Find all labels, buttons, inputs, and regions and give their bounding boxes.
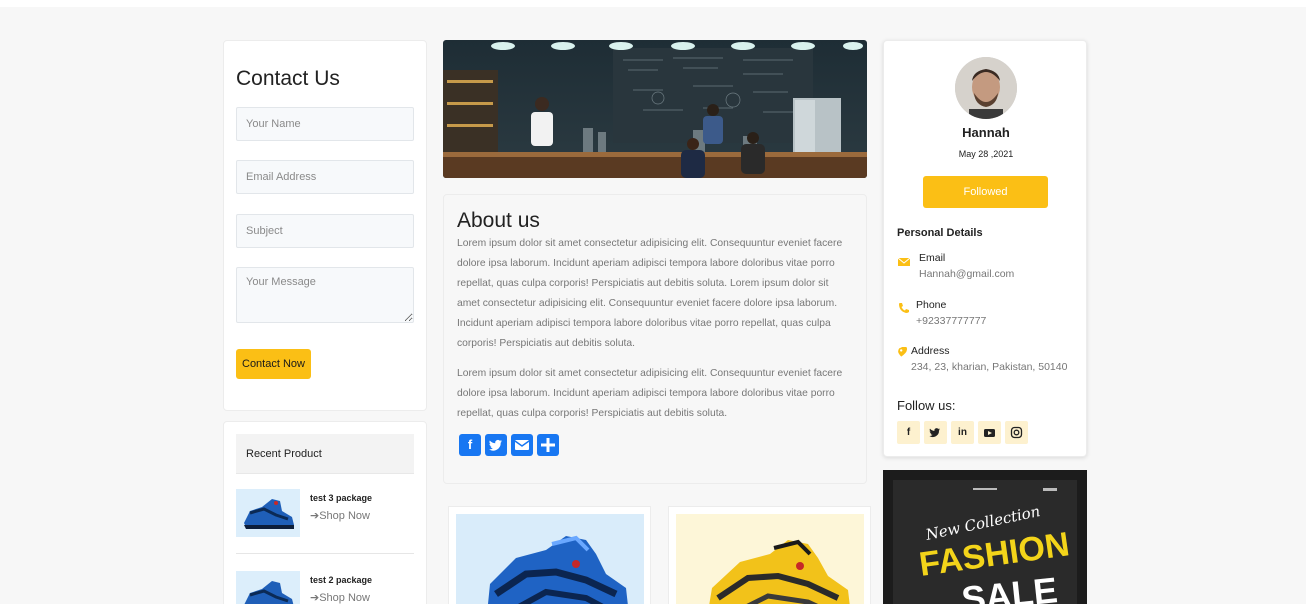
product-card[interactable] — [448, 506, 651, 604]
share-buttons: f — [459, 434, 559, 456]
follow-us-title: Follow us: — [897, 398, 956, 413]
contact-now-button[interactable]: Contact Now — [236, 349, 311, 379]
product-image[interactable] — [456, 514, 644, 604]
profile-name: Hannah — [962, 125, 1010, 140]
address-label: Address — [911, 345, 950, 357]
message-textarea[interactable] — [236, 267, 414, 323]
list-item[interactable]: test 3 package ➔Shop Now — [236, 489, 414, 539]
fashion-sale-ad[interactable]: New Collection FASHION SALE — [883, 470, 1087, 604]
shop-now-link[interactable]: ➔Shop Now — [310, 591, 370, 604]
arrow-right-icon: ➔ — [310, 592, 320, 604]
followed-button[interactable]: Followed — [923, 176, 1048, 208]
subject-input[interactable] — [236, 214, 414, 248]
share-icon[interactable] — [537, 434, 559, 456]
contact-title: Contact Us — [236, 67, 340, 90]
linkedin-icon[interactable]: in — [951, 421, 974, 444]
product-name[interactable]: test 2 package — [310, 575, 372, 585]
about-card: About us Lorem ipsum dolor sit amet cons… — [443, 194, 867, 484]
hero-cafe-image — [443, 40, 867, 178]
divider — [236, 553, 414, 554]
phone-value[interactable]: +92337777777 — [916, 315, 986, 327]
contact-card: Contact Us Contact Now — [223, 40, 427, 411]
map-pin-icon — [897, 345, 911, 361]
profile-card: Hannah May 28 ,2021 Followed Personal De… — [883, 40, 1087, 457]
twitter-icon[interactable] — [485, 434, 507, 456]
top-bar — [0, 0, 1306, 7]
email-icon[interactable] — [511, 434, 533, 456]
product-name[interactable]: test 3 package — [310, 493, 372, 503]
name-input[interactable] — [236, 107, 414, 141]
shop-now-link[interactable]: ➔Shop Now — [310, 509, 370, 522]
facebook-icon[interactable]: f — [897, 421, 920, 444]
email-input[interactable] — [236, 160, 414, 194]
envelope-icon — [897, 254, 911, 268]
recent-products-title: Recent Product — [236, 434, 414, 474]
twitter-icon[interactable] — [924, 421, 947, 444]
social-links: f in — [897, 421, 1028, 444]
list-item[interactable]: test 2 package ➔Shop Now — [236, 571, 414, 604]
profile-date: May 28 ,2021 — [958, 149, 1014, 159]
email-label: Email — [919, 252, 946, 264]
avatar[interactable] — [955, 57, 1017, 119]
product-thumbnail[interactable] — [236, 571, 300, 604]
address-value: 234, 23, kharian, Pakistan, 50140 — [911, 361, 1068, 373]
recent-products-card: Recent Product test 3 package ➔Shop Now … — [223, 421, 427, 604]
facebook-icon[interactable]: f — [459, 434, 481, 456]
product-thumbnail[interactable] — [236, 489, 300, 537]
instagram-icon[interactable] — [1005, 421, 1028, 444]
arrow-right-icon: ➔ — [310, 510, 320, 522]
phone-icon — [897, 301, 911, 315]
product-image[interactable] — [676, 514, 864, 604]
email-value[interactable]: Hannah@gmail.com — [919, 268, 1014, 280]
about-title: About us — [457, 209, 540, 232]
phone-label: Phone — [916, 299, 947, 311]
about-paragraph: Lorem ipsum dolor sit amet consectetur a… — [457, 238, 843, 349]
personal-details-title: Personal Details — [897, 227, 983, 239]
youtube-icon[interactable] — [978, 421, 1001, 444]
product-card[interactable] — [668, 506, 871, 604]
about-paragraph: Lorem ipsum dolor sit amet consectetur a… — [457, 368, 843, 419]
